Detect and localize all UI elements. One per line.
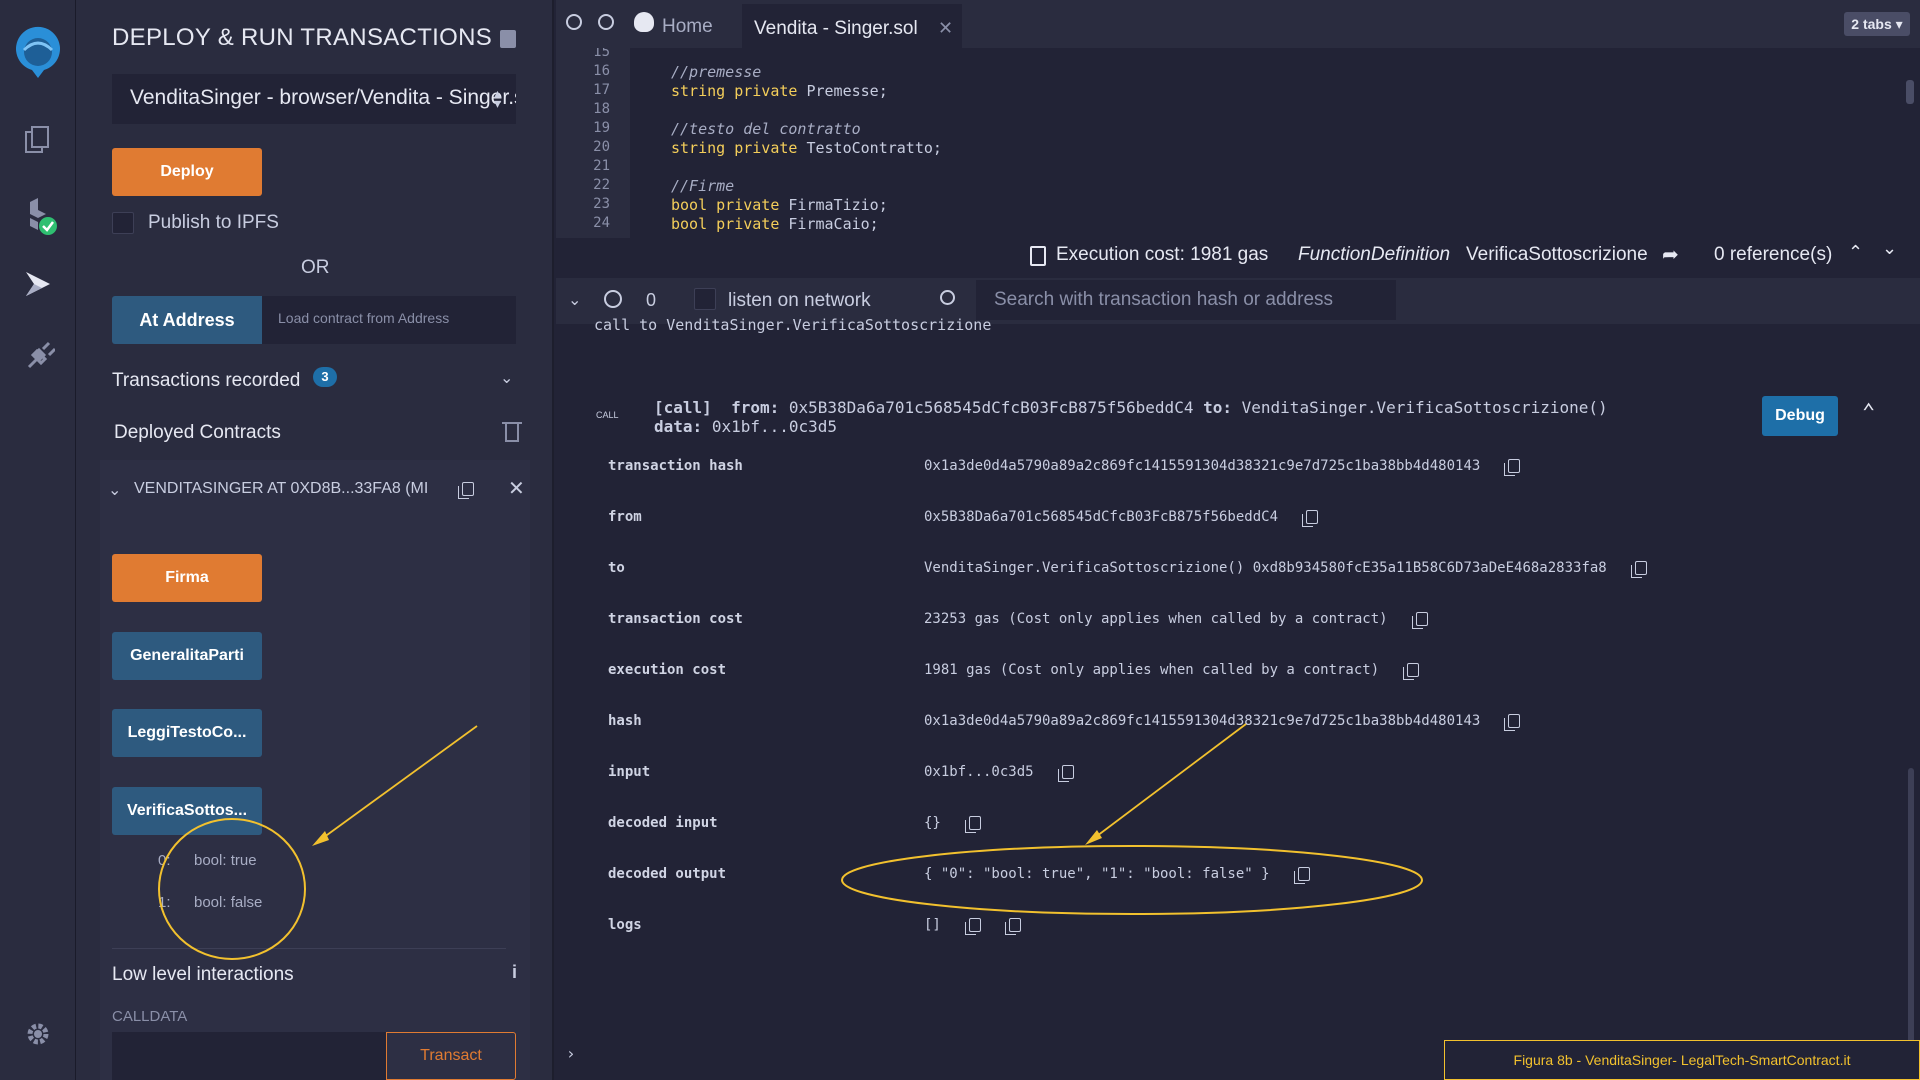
tab-file-label: Vendita - Singer.sol [754,18,918,39]
code-line: //Firme [671,177,734,195]
line-number: 19 [593,120,610,136]
line-number: 18 [593,101,610,117]
line-number: 17 [593,82,610,98]
editor-scrollbar[interactable] [1906,80,1914,104]
code-line: string private TestoContratto; [671,139,942,157]
zoom-in-icon[interactable] [598,14,614,30]
code-editor[interactable]: 15 16 //premesse 17 string private Premesse;… [556,48,1920,238]
line-number: 21 [593,158,610,174]
code-identifier: FirmaCaio; [779,215,879,233]
code-keyword: bool private [671,196,780,214]
figure-caption: Figura 8b - VenditaSinger- LegalTech-Sma… [1444,1040,1920,1080]
line-number: 24 [593,215,610,231]
clear-console-icon[interactable] [604,290,622,308]
tabs-dropdown[interactable]: 2 tabs ▾ [1844,12,1910,36]
icon-bar [0,0,76,1080]
code-keyword: string private [671,82,798,100]
home-tab-label: Home [662,16,713,37]
home-tab[interactable]: Home [630,10,726,48]
terminal-output: call to VenditaSinger.VerificaSottoscriz… [556,316,1920,1080]
references-label: 0 reference(s) [1714,244,1833,265]
code-text: //testo del contratto [671,120,861,138]
terminal-search-input[interactable]: Search with transaction hash or address [976,280,1396,320]
terminal-prompt[interactable]: › [566,1044,576,1063]
listen-network-label: listen on network [728,290,871,311]
line-number: 16 [593,63,610,79]
settings-gear-icon[interactable] [18,1014,58,1054]
code-identifier: FirmaTizio; [779,196,888,214]
tab-bar: Home Vendita - Singer.sol ✕ 2 tabs ▾ [556,0,1920,48]
solidity-compiler-icon[interactable] [18,196,58,236]
pending-tx-count: 0 [646,290,657,310]
file-explorer-icon[interactable] [18,120,58,160]
listen-network-checkbox[interactable] [694,288,716,310]
code-text: //Firme [671,177,735,195]
annotation-overlay [158,725,478,960]
deploy-run-icon[interactable] [18,264,58,304]
deploy-run-panel: DEPLOY & RUN TRANSACTIONS VenditaSinger … [76,0,554,1080]
function-definition-label: FunctionDefinition [1298,244,1451,265]
gas-icon [1030,246,1046,266]
search-icon [940,290,955,305]
line-number: 23 [593,196,610,212]
line-number: 15 [593,48,610,60]
editor-status-line: Execution cost: 1981 gas FunctionDefinit… [556,238,1920,272]
function-name-label: VerificaSottoscrizione [1466,244,1648,265]
code-line: //testo del contratto [671,120,861,138]
remix-logo-icon[interactable] [8,26,68,80]
line-number: 20 [593,139,610,155]
annotation-overlay [841,723,1423,915]
editor-area: Home Vendita - Singer.sol ✕ 2 tabs ▾ 15 1… [556,0,1920,1080]
line-number: 22 [593,177,610,193]
execution-cost-label: Execution cost: 1981 gas [1056,244,1269,265]
tabs-count-label: 2 tabs [1851,16,1892,32]
code-identifier: Premesse; [797,82,888,100]
goto-definition-icon[interactable]: ➦ [1662,242,1679,267]
code-line: //premesse [671,63,761,81]
close-icon[interactable]: ✕ [938,18,953,39]
collapse-terminal-icon[interactable]: ⌄ [568,290,581,310]
code-line: string private Premesse; [671,82,888,100]
plugin-manager-icon[interactable] [18,338,58,378]
figure-caption-text: Figura 8b - VenditaSinger- LegalTech-Sma… [1513,1052,1851,1068]
code-keyword: string private [671,139,798,157]
code-identifier: TestoContratto; [797,139,942,157]
home-icon [634,12,654,32]
tab-vendita-singer[interactable]: Vendita - Singer.sol ✕ [742,4,962,48]
chevron-down-icon[interactable]: ⌄ [1882,238,1897,259]
chevron-up-icon[interactable]: ⌃ [1848,242,1863,263]
code-keyword: bool private [671,215,780,233]
code-line: bool private FirmaTizio; [671,196,888,214]
code-line: bool private FirmaCaio; [671,215,879,233]
code-text: //premesse [671,63,762,81]
zoom-out-icon[interactable] [566,14,582,30]
terminal-scrollbar[interactable] [1908,768,1914,1080]
terminal-search-placeholder: Search with transaction hash or address [994,289,1334,310]
